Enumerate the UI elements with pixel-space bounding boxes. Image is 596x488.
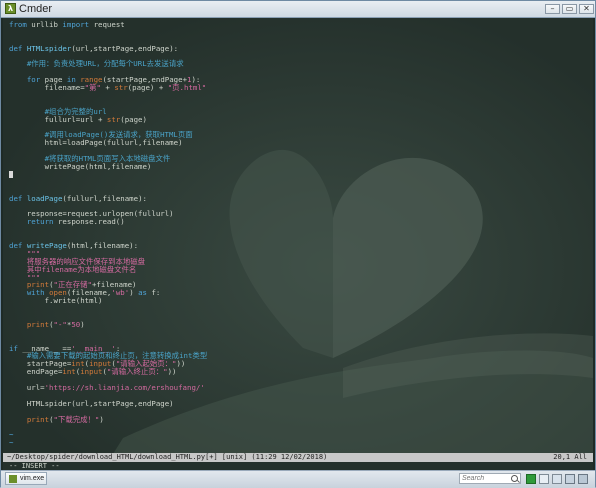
- code-token: "页.html": [167, 83, 207, 93]
- minimize-button[interactable]: –: [545, 4, 560, 14]
- code-line: HTMLspider(url,startPage,endPage): [9, 398, 207, 408]
- insert-mode-indicator: -- INSERT --: [9, 462, 60, 470]
- code-token: print: [26, 319, 50, 329]
- search-icon[interactable]: [511, 475, 518, 482]
- code-line: filename="第" + str(page) + "页.html": [9, 84, 207, 92]
- code-line: from urllib import request: [9, 21, 207, 29]
- code-line: print("下载完成！"): [9, 414, 207, 424]
- code-line: ~: [9, 431, 207, 439]
- tab-vim-exe[interactable]: vim.exe: [5, 472, 47, 485]
- code-line: def loadPage(fullurl,filename):: [9, 193, 207, 203]
- cmder-app-icon: λ: [5, 3, 16, 14]
- maximize-button[interactable]: ▭: [562, 4, 577, 14]
- code-token: )): [176, 359, 186, 369]
- code-token: ): [99, 414, 104, 424]
- code-token: "第": [84, 83, 101, 93]
- vim-editor-buffer[interactable]: from urllib import request def HTMLspide…: [9, 21, 207, 447]
- terminal-pane[interactable]: from urllib import request def HTMLspide…: [3, 18, 593, 470]
- code-token: int: [62, 367, 76, 377]
- code-token: (fullurl,filename):: [62, 193, 147, 203]
- code-token: response.read(): [53, 217, 125, 227]
- new-console-button[interactable]: [526, 474, 536, 484]
- layout-icon[interactable]: [565, 474, 575, 484]
- code-token: html=loadPage(fullurl,filename): [9, 138, 183, 148]
- code-token: fullurl=url +: [9, 114, 107, 124]
- code-token: print: [26, 414, 50, 424]
- code-token: urllib: [26, 20, 63, 29]
- code-token: return: [26, 217, 54, 227]
- menu-icon[interactable]: [578, 474, 588, 484]
- file-path-status: ~/Desktop/spider/download_HTML/download_…: [7, 453, 328, 461]
- code-token: input: [80, 367, 103, 377]
- code-token: endPage=: [9, 367, 63, 377]
- code-token: 其中filename为本地磁盘文件名: [26, 264, 137, 274]
- code-token: ): [80, 319, 85, 329]
- lock-icon[interactable]: [552, 474, 562, 484]
- text-cursor: [9, 170, 13, 178]
- code-token: "请输入终止页：": [106, 367, 168, 377]
- code-line: def HTMLspider(url,startPage,endPage):: [9, 43, 207, 53]
- search-input[interactable]: [462, 474, 508, 483]
- code-line: html=loadPage(fullurl,filename): [9, 139, 207, 147]
- code-line: writePage(html,filename): [9, 163, 207, 171]
- code-line: #作用：负责处理URL，分配每个URL去发送请求: [9, 60, 207, 68]
- code-token: )): [167, 367, 177, 377]
- code-token: filename=: [9, 83, 85, 93]
- code-token: +: [100, 83, 115, 93]
- code-token: 'https://sh.lianjia.com/ershoufang/': [44, 382, 205, 392]
- code-token: import: [62, 20, 90, 29]
- code-line: url='https://sh.lianjia.com/ershoufang/': [9, 384, 207, 392]
- cmder-window: λ Cmder – ▭ ✕ from urllib import request…: [0, 0, 596, 488]
- code-token: str: [114, 83, 128, 93]
- title-bar[interactable]: λ Cmder – ▭ ✕: [1, 1, 595, 18]
- code-line: return response.read(): [9, 218, 207, 226]
- code-token: ~: [9, 438, 14, 448]
- code-token: 50: [71, 319, 81, 329]
- code-token: request: [89, 20, 125, 29]
- code-token: HTMLspider(url,startPage,endPage): [9, 398, 174, 408]
- dropdown-arrow-icon[interactable]: [539, 474, 549, 484]
- code-token: str: [106, 114, 121, 124]
- search-box[interactable]: [459, 473, 521, 484]
- code-token: (page): [120, 114, 147, 124]
- mode-line: -- INSERT --: [3, 462, 593, 470]
- code-token: f:: [147, 288, 161, 298]
- code-line: [9, 170, 207, 179]
- tab-label: vim.exe: [20, 475, 45, 482]
- code-token: "-": [53, 319, 67, 329]
- code-token: 'wb': [111, 288, 130, 298]
- code-token: (html,filename):: [66, 240, 139, 250]
- vim-status-line: ~/Desktop/spider/download_HTML/download_…: [3, 453, 593, 462]
- cmder-tab-bar: vim.exe: [1, 470, 595, 488]
- code-line: print("-"*50): [9, 319, 207, 329]
- code-token: f.write(html): [9, 296, 103, 306]
- code-token: #作用：负责处理URL，分配每个URL去发送请求: [26, 59, 184, 69]
- code-line: fullurl=url + str(page): [9, 114, 207, 124]
- code-token: (page) +: [127, 83, 168, 93]
- code-token: url=: [9, 382, 45, 392]
- code-token: ): [129, 288, 139, 298]
- code-token: HTMLspider: [26, 43, 72, 53]
- code-line: f.write(html): [9, 297, 207, 305]
- cmder-tab-icon: [9, 475, 17, 483]
- code-token: loadPage: [26, 193, 63, 203]
- code-token: (url,startPage,endPage):: [71, 43, 179, 53]
- cursor-position: 20,1 All: [553, 453, 587, 461]
- code-line: endPage=int(input("请输入终止页：")): [9, 368, 207, 376]
- code-token: "下载完成！": [53, 414, 100, 424]
- code-line: ~: [9, 439, 207, 447]
- close-button[interactable]: ✕: [579, 4, 594, 14]
- window-title: Cmder: [19, 3, 53, 15]
- code-token: writePage(html,filename): [9, 162, 152, 172]
- code-token: as: [138, 288, 148, 298]
